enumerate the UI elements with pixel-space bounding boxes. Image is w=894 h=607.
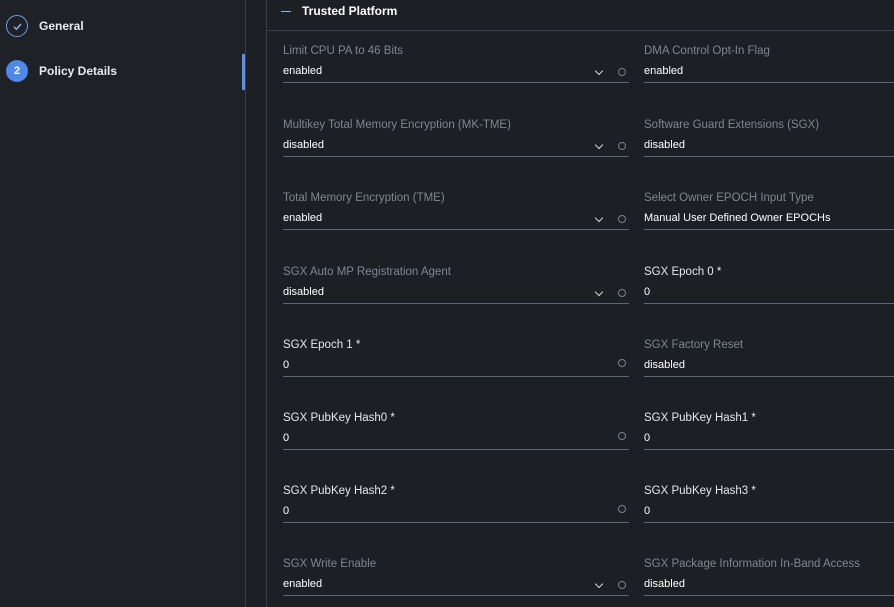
wizard-sidebar: General 2 Policy Details (0, 0, 246, 607)
field-label: SGX PubKey Hash2 * (283, 485, 395, 497)
info-icon[interactable] (618, 359, 626, 367)
field-label: SGX Epoch 1 * (283, 339, 361, 351)
sgx-pubkey-hash3-input[interactable]: SGX PubKey Hash3 * 0 (644, 485, 894, 523)
field-underline (644, 595, 894, 596)
field-underline (283, 156, 629, 157)
field-label: DMA Control Opt-In Flag (644, 45, 770, 57)
field-label: SGX PubKey Hash0 * (283, 412, 395, 424)
step-general[interactable]: General (6, 15, 84, 37)
active-step-indicator (242, 54, 245, 90)
field-value: enabled (283, 212, 323, 224)
owner-epoch-type-field[interactable]: Select Owner EPOCH Input Type Manual Use… (644, 192, 894, 230)
policy-form: Trusted Platform Limit CPU PA to 46 Bits… (267, 0, 894, 607)
field-value: enabled (644, 65, 684, 77)
chevron-down-icon[interactable] (594, 287, 604, 297)
field-underline (644, 156, 894, 157)
field-value: enabled (283, 65, 323, 77)
sgx-pubkey-hash0-input[interactable]: SGX PubKey Hash0 * 0 (283, 412, 629, 450)
step-policy-details[interactable]: 2 Policy Details (6, 60, 117, 82)
chevron-down-icon[interactable] (594, 579, 604, 589)
chevron-down-icon[interactable] (594, 66, 604, 76)
sgx-epoch0-input[interactable]: SGX Epoch 0 * 0 (644, 266, 894, 304)
sgx-field[interactable]: Software Guard Extensions (SGX) disabled (644, 119, 894, 157)
field-underline (644, 522, 894, 523)
field-value: 0 (283, 359, 290, 371)
field-value: 0 (644, 505, 651, 517)
field-value: disabled (283, 139, 324, 151)
field-underline (283, 229, 629, 230)
field-label: SGX PubKey Hash1 * (644, 412, 756, 424)
field-label: Select Owner EPOCH Input Type (644, 192, 814, 204)
info-icon[interactable] (618, 142, 626, 150)
step-number-badge: 2 (6, 60, 28, 82)
info-icon[interactable] (618, 581, 626, 589)
sgx-write-enable-select[interactable]: SGX Write Enable enabled (283, 558, 629, 596)
field-underline (283, 82, 629, 83)
info-icon[interactable] (618, 289, 626, 297)
field-underline (644, 303, 894, 304)
field-value: disabled (283, 286, 324, 298)
info-icon[interactable] (618, 505, 626, 513)
field-label: Software Guard Extensions (SGX) (644, 119, 820, 131)
sgx-package-info-field[interactable]: SGX Package Information In-Band Access d… (644, 558, 894, 596)
field-label: SGX Factory Reset (644, 339, 744, 351)
field-underline (644, 229, 894, 230)
field-label: SGX PubKey Hash3 * (644, 485, 756, 497)
field-label: SGX Epoch 0 * (644, 266, 722, 278)
info-icon[interactable] (618, 68, 626, 76)
check-icon (6, 15, 28, 37)
field-label: Total Memory Encryption (TME) (283, 192, 445, 204)
field-underline (283, 303, 629, 304)
field-value: disabled (644, 359, 685, 371)
field-underline (283, 376, 629, 377)
field-label: Limit CPU PA to 46 Bits (283, 45, 403, 57)
field-label: Multikey Total Memory Encryption (MK-TME… (283, 119, 511, 131)
field-value: 0 (283, 432, 290, 444)
field-label: SGX Package Information In-Band Access (644, 558, 861, 570)
field-underline (644, 449, 894, 450)
sgx-pubkey-hash2-input[interactable]: SGX PubKey Hash2 * 0 (283, 485, 629, 523)
sgx-pubkey-hash1-input[interactable]: SGX PubKey Hash1 * 0 (644, 412, 894, 450)
chevron-down-icon[interactable] (594, 213, 604, 223)
field-value: Manual User Defined Owner EPOCHs (644, 212, 831, 224)
field-underline (644, 82, 894, 83)
field-label: SGX Write Enable (283, 558, 377, 570)
field-underline (283, 522, 629, 523)
tme-select[interactable]: Total Memory Encryption (TME) enabled (283, 192, 629, 230)
field-underline (283, 449, 629, 450)
mk-tme-select[interactable]: Multikey Total Memory Encryption (MK-TME… (283, 119, 629, 157)
field-value: disabled (644, 578, 685, 590)
trusted-platform-section-header[interactable]: Trusted Platform (267, 0, 894, 31)
info-icon[interactable] (618, 432, 626, 440)
chevron-down-icon[interactable] (594, 140, 604, 150)
minus-icon[interactable] (281, 11, 291, 12)
field-label: SGX Auto MP Registration Agent (283, 266, 451, 278)
field-value: 0 (644, 286, 651, 298)
dma-control-field[interactable]: DMA Control Opt-In Flag enabled (644, 45, 894, 83)
sgx-auto-mp-select[interactable]: SGX Auto MP Registration Agent disabled (283, 266, 629, 304)
field-underline (283, 595, 629, 596)
sgx-factory-reset-field[interactable]: SGX Factory Reset disabled (644, 339, 894, 377)
limit-cpu-pa-select[interactable]: Limit CPU PA to 46 Bits enabled (283, 45, 629, 83)
step-policy-details-label: Policy Details (39, 64, 118, 78)
info-icon[interactable] (618, 215, 626, 223)
field-underline (644, 376, 894, 377)
sgx-epoch1-input[interactable]: SGX Epoch 1 * 0 (283, 339, 629, 377)
field-value: enabled (283, 578, 323, 590)
field-value: 0 (644, 432, 651, 444)
step-general-label: General (39, 19, 84, 33)
section-title: Trusted Platform (302, 4, 398, 18)
field-value: disabled (644, 139, 685, 151)
field-value: 0 (283, 505, 290, 517)
